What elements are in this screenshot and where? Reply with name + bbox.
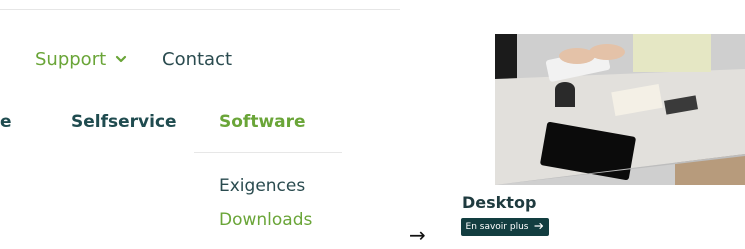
category-software-label: Software xyxy=(219,112,306,132)
nav-contact[interactable]: Contact xyxy=(162,47,232,71)
category-software[interactable]: Software xyxy=(219,111,306,133)
submenu-downloads-label: Downloads xyxy=(219,210,313,230)
connector-arrow-icon: → xyxy=(409,223,426,247)
en-savoir-plus-button[interactable]: En savoir plus xyxy=(461,218,549,236)
desktop-photo xyxy=(495,34,745,185)
card-title: Desktop xyxy=(462,193,537,212)
submenu-exigences[interactable]: Exigences xyxy=(219,174,305,198)
arrow-right-icon xyxy=(534,222,544,233)
nav-support-label: Support xyxy=(35,48,107,70)
chevron-down-icon xyxy=(114,52,128,66)
submenu-divider xyxy=(194,152,342,153)
category-selfservice[interactable]: Selfservice xyxy=(71,111,177,133)
top-divider xyxy=(0,9,400,10)
nav-support[interactable]: Support xyxy=(35,47,128,71)
submenu-exigences-label: Exigences xyxy=(219,176,306,196)
cta-label: En savoir plus xyxy=(465,222,529,232)
submenu-downloads[interactable]: Downloads xyxy=(219,208,312,232)
category-selfservice-label: Selfservice xyxy=(71,112,177,132)
category-partial-label: e xyxy=(0,112,12,132)
nav-contact-label: Contact xyxy=(162,48,233,70)
category-partial[interactable]: e xyxy=(0,111,14,133)
